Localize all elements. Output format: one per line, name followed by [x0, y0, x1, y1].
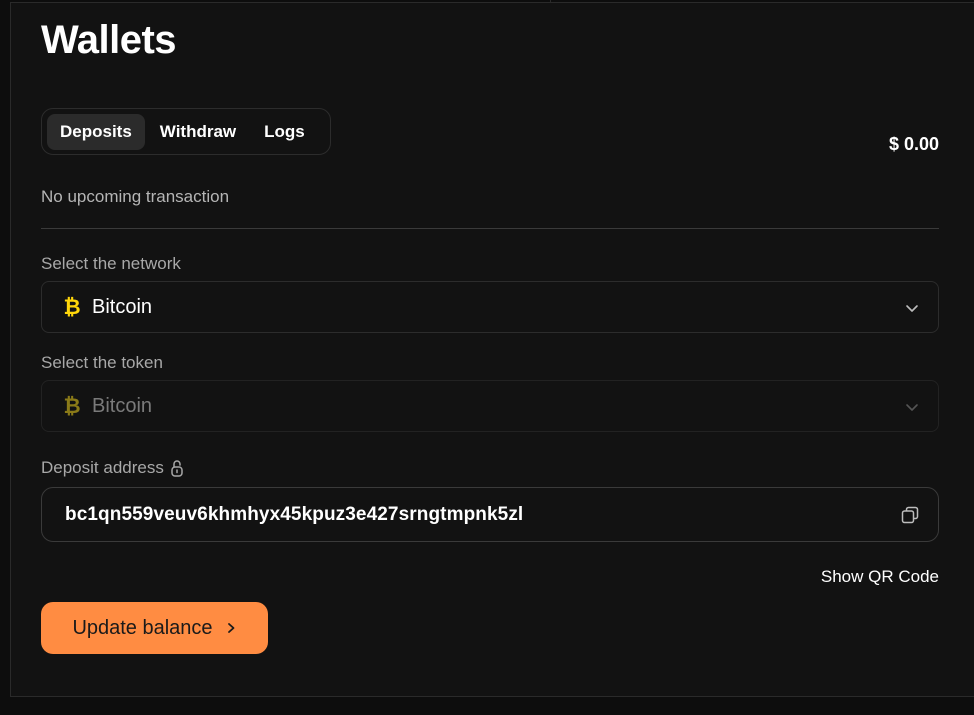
deposit-address-label-text: Deposit address: [41, 458, 164, 477]
token-select[interactable]: ₿ Bitcoin: [41, 380, 939, 432]
token-select-value: Bitcoin: [92, 394, 153, 417]
show-qr-code-link[interactable]: Show QR Code: [821, 567, 939, 587]
deposit-address-label: Deposit address: [41, 458, 184, 478]
section-divider: [41, 228, 939, 229]
update-balance-label: Update balance: [72, 616, 213, 639]
tab-logs[interactable]: Logs: [251, 114, 318, 150]
token-label: Select the token: [41, 353, 163, 373]
wallet-tabs: Deposits Withdraw Logs: [41, 108, 331, 155]
copy-icon[interactable]: [900, 505, 920, 525]
chevron-right-icon: [227, 623, 234, 633]
page-title: Wallets: [41, 18, 177, 62]
tab-deposits[interactable]: Deposits: [47, 113, 145, 150]
network-label-text: Select the network: [41, 254, 181, 273]
lock-icon: [171, 460, 183, 477]
balance-amount: $ 0.00: [888, 134, 939, 154]
bitcoin-icon: ₿: [63, 394, 80, 418]
tab-withdraw[interactable]: Withdraw: [147, 114, 249, 150]
wallet-panel: [10, 2, 974, 697]
upcoming-transaction-status: No upcoming transaction: [41, 187, 230, 206]
token-label-text: Select the token: [41, 353, 163, 372]
top-divider: [550, 0, 551, 2]
bitcoin-icon: ₿: [63, 295, 80, 319]
network-select[interactable]: ₿ Bitcoin: [41, 281, 939, 333]
network-label: Select the network: [41, 254, 181, 274]
network-select-value: Bitcoin: [92, 295, 153, 318]
svg-text:₿: ₿: [63, 394, 80, 418]
svg-text:₿: ₿: [63, 295, 80, 319]
chevron-down-icon: [906, 305, 918, 312]
update-balance-button[interactable]: Update balance: [41, 602, 268, 654]
deposit-address-value[interactable]: bc1qn559veuv6khmhyx45kpuz3e427srngtmpnk5…: [65, 504, 523, 526]
chevron-down-icon: [906, 404, 918, 411]
deposit-address-field[interactable]: bc1qn559veuv6khmhyx45kpuz3e427srngtmpnk5…: [41, 487, 939, 542]
